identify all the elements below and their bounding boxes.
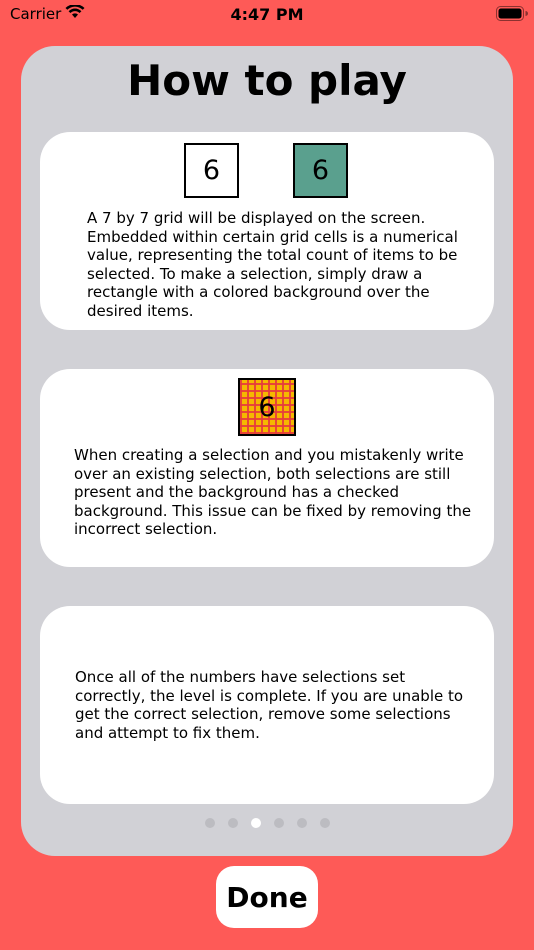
number-tile-plain: 6 (184, 143, 239, 198)
status-time: 4:47 PM (230, 5, 304, 24)
done-button[interactable]: Done (216, 866, 318, 928)
page-dot[interactable] (227, 818, 238, 828)
instruction-text-overlap: When creating a selection and you mistak… (74, 446, 472, 538)
page-dot[interactable] (296, 818, 307, 828)
page-indicator[interactable] (0, 818, 534, 828)
instruction-text-grid: A 7 by 7 grid will be displayed on the s… (87, 209, 458, 320)
page-dot[interactable] (273, 818, 284, 828)
status-bar: Carrier 4:47 PM (0, 0, 534, 30)
page-title: How to play (127, 56, 407, 105)
battery-icon (496, 6, 528, 21)
page-dot[interactable] (319, 818, 330, 828)
number-tile-checked: 6 (238, 378, 296, 436)
page-dot[interactable] (204, 818, 215, 828)
page-dot-active[interactable] (250, 818, 261, 828)
number-tile-selected: 6 (293, 143, 348, 198)
instruction-text-complete: Once all of the numbers have selections … (75, 668, 464, 742)
